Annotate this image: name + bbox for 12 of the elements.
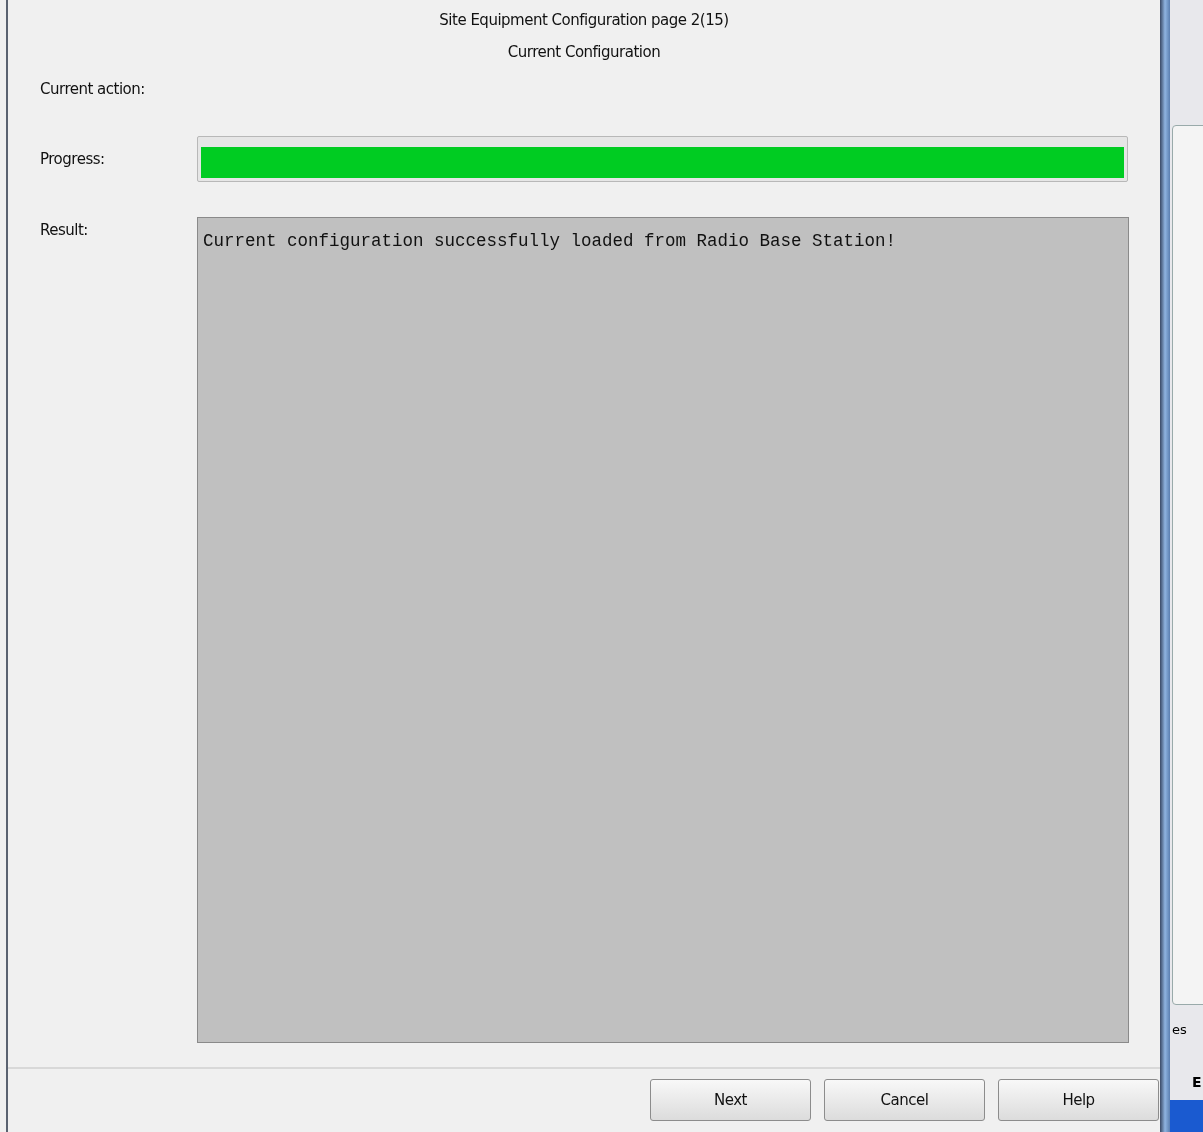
taskbar-strip [1170,1100,1203,1132]
result-message: Current configuration successfully loaded from Radio Base Station! [203,231,897,251]
dialog-button[interactable]: Help [998,1079,1159,1121]
dialog-button[interactable]: Next [650,1079,811,1121]
text-fragment: es [1172,1021,1187,1039]
dialog-title: Site Equipment Configuration page 2(15) [439,10,729,30]
current-action-label: Current action: [40,78,145,100]
result-label: Result: [40,220,89,241]
dialog-subtitle: Current Configuration [507,42,661,62]
progress-label: Progress: [40,148,106,170]
dialog-button[interactable]: Cancel [824,1079,985,1121]
text-fragment: E [1192,1073,1202,1092]
